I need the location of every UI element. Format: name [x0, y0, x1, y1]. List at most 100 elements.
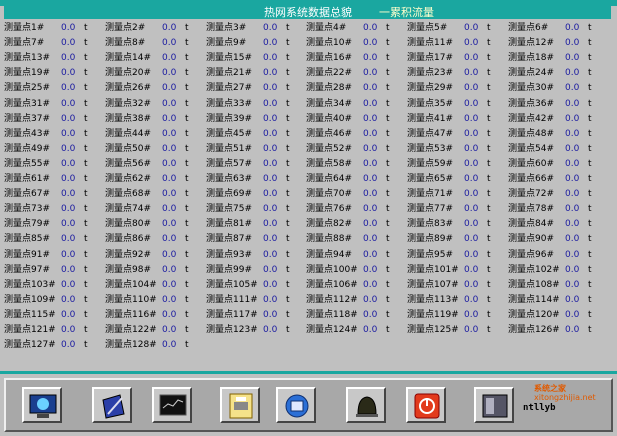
measurement-unit: t	[386, 219, 390, 229]
page-subtitle: 一累积流量	[379, 6, 434, 19]
page-title: 热网系统数据总貌	[264, 6, 352, 19]
measurement-value: 0.0	[61, 295, 76, 305]
measurement-value: 0.0	[363, 204, 378, 214]
measurement-label: 测量点75#	[206, 204, 252, 214]
measurement-label: 测量点127#	[4, 340, 56, 350]
measurement-unit: t	[487, 234, 491, 244]
measurement-unit: t	[185, 295, 189, 305]
measurement-label: 测量点54#	[508, 144, 554, 154]
measurement-label: 测量点120#	[508, 310, 560, 320]
measurement-value: 0.0	[363, 129, 378, 139]
measurement-unit: t	[487, 204, 491, 214]
measurement-value: 0.0	[464, 53, 479, 63]
measurement-value: 0.0	[61, 219, 76, 229]
measurement-unit: t	[84, 234, 88, 244]
trend-button[interactable]	[152, 387, 192, 423]
measurement-unit: t	[386, 250, 390, 260]
measurement-unit: t	[84, 99, 88, 109]
measurement-value: 0.0	[263, 204, 278, 214]
measurement-value: 0.0	[565, 310, 580, 320]
measurement-label: 测量点92#	[105, 250, 151, 260]
measurement-value: 0.0	[263, 280, 278, 290]
alarm-bell-icon	[356, 396, 378, 417]
measurement-value: 0.0	[263, 83, 278, 93]
measurement-value: 0.0	[363, 280, 378, 290]
measurement-label: 测量点113#	[407, 295, 459, 305]
measurement-label: 测量点57#	[206, 159, 252, 169]
measurement-unit: t	[84, 38, 88, 48]
measurement-unit: t	[84, 174, 88, 184]
measurement-label: 测量点17#	[407, 53, 453, 63]
measurement-label: 测量点71#	[407, 189, 453, 199]
measurement-unit: t	[588, 280, 592, 290]
measurement-value: 0.0	[61, 204, 76, 214]
measurement-value: 0.0	[565, 280, 580, 290]
measurement-unit: t	[487, 99, 491, 109]
print-button[interactable]	[220, 387, 260, 423]
measurement-value: 0.0	[263, 234, 278, 244]
power-button[interactable]	[406, 387, 446, 423]
measurement-unit: t	[386, 159, 390, 169]
measurement-label: 测量点2#	[105, 23, 146, 33]
measurement-value: 0.0	[162, 23, 177, 33]
bottom-toolbar	[4, 378, 613, 432]
measurement-label: 测量点51#	[206, 144, 252, 154]
measurement-unit: t	[84, 295, 88, 305]
edit-button[interactable]	[92, 387, 132, 423]
measurement-unit: t	[286, 280, 290, 290]
measurement-unit: t	[588, 295, 592, 305]
measurement-unit: t	[84, 189, 88, 199]
measurement-value: 0.0	[464, 295, 479, 305]
measurement-value: 0.0	[363, 53, 378, 63]
measurement-unit: t	[386, 83, 390, 93]
measurement-value: 0.0	[464, 250, 479, 260]
measurement-value: 0.0	[565, 250, 580, 260]
measurement-unit: t	[487, 83, 491, 93]
measurement-unit: t	[185, 340, 189, 350]
measurement-label: 测量点104#	[105, 280, 157, 290]
measurement-value: 0.0	[263, 219, 278, 229]
measurement-unit: t	[185, 68, 189, 78]
exit-button[interactable]	[474, 387, 514, 423]
measurement-value: 0.0	[61, 310, 76, 320]
measurement-unit: t	[286, 159, 290, 169]
measurement-value: 0.0	[162, 340, 177, 350]
measurement-value: 0.0	[363, 325, 378, 335]
measurement-label: 测量点7#	[4, 38, 45, 48]
measurement-unit: t	[588, 325, 592, 335]
brand-label: ntllyb	[523, 403, 556, 413]
measurement-unit: t	[84, 204, 88, 214]
measurement-label: 测量点99#	[206, 265, 252, 275]
measurement-label: 测量点112#	[306, 295, 358, 305]
measurement-label: 测量点13#	[4, 53, 50, 63]
measurement-label: 测量点107#	[407, 280, 459, 290]
measurement-unit: t	[487, 114, 491, 124]
measurement-unit: t	[286, 83, 290, 93]
measurement-unit: t	[286, 310, 290, 320]
monitor-button[interactable]	[22, 387, 62, 423]
measurement-unit: t	[185, 310, 189, 320]
measurement-label: 测量点115#	[4, 310, 56, 320]
measurement-unit: t	[588, 189, 592, 199]
measurement-value: 0.0	[363, 68, 378, 78]
measurement-unit: t	[588, 250, 592, 260]
measurement-unit: t	[487, 219, 491, 229]
measurement-unit: t	[286, 53, 290, 63]
measurement-value: 0.0	[565, 99, 580, 109]
measurement-value: 0.0	[162, 159, 177, 169]
measurement-label: 测量点85#	[4, 234, 50, 244]
measurement-unit: t	[588, 114, 592, 124]
measurement-label: 测量点21#	[206, 68, 252, 78]
measurement-value: 0.0	[61, 68, 76, 78]
measurement-value: 0.0	[263, 38, 278, 48]
measurement-unit: t	[185, 23, 189, 33]
alarm-button[interactable]	[346, 387, 386, 423]
network-button[interactable]	[276, 387, 316, 423]
measurement-unit: t	[588, 204, 592, 214]
measurement-unit: t	[84, 325, 88, 335]
measurement-value: 0.0	[565, 23, 580, 33]
measurement-label: 测量点93#	[206, 250, 252, 260]
measurement-value: 0.0	[363, 310, 378, 320]
measurement-unit: t	[588, 38, 592, 48]
measurement-label: 测量点125#	[407, 325, 459, 335]
